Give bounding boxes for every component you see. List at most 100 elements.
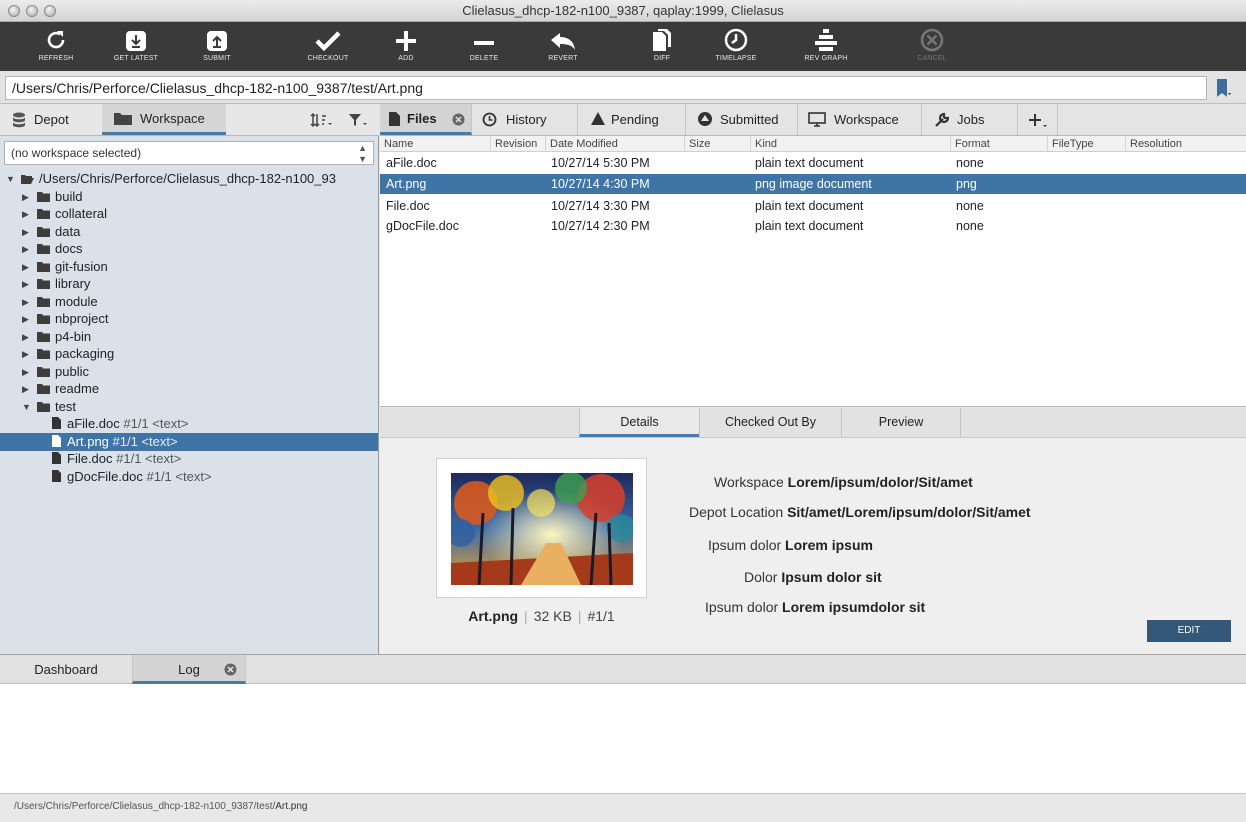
column-headers: Name Revision Date Modified Size Kind Format F… <box>380 136 1246 152</box>
tree-folder-collateral[interactable]: ▶ collateral <box>0 205 378 223</box>
expand-arrow-icon[interactable]: ▶ <box>22 258 29 276</box>
column-header-name[interactable]: Name <box>380 136 413 152</box>
expand-arrow-icon[interactable]: ▶ <box>22 275 29 293</box>
column-header-date-modified[interactable]: Date Modified <box>545 136 618 152</box>
tab-workspace-right[interactable]: Workspace <box>798 104 922 135</box>
tree-folder-data[interactable]: ▶ data <box>0 223 378 241</box>
path-field[interactable]: /Users/Chris/Perforce/Clielasus_dhcp-182… <box>5 76 1207 100</box>
file-icon <box>52 469 61 482</box>
tree-folder-nbproject[interactable]: ▶ nbproject <box>0 310 378 328</box>
cancel-button[interactable]: CANCEL <box>912 22 952 71</box>
expand-arrow-icon[interactable]: ▶ <box>22 310 29 328</box>
expand-arrow-icon[interactable]: ▶ <box>22 188 29 206</box>
get-latest-button[interactable]: GET LATEST <box>110 22 162 71</box>
checkout-button[interactable]: CHECKOUT <box>300 22 356 71</box>
tab-workspace[interactable]: Workspace <box>102 104 226 135</box>
expand-arrow-icon[interactable]: ▶ <box>22 240 29 258</box>
rev-graph-button[interactable]: REV GRAPH <box>796 22 856 71</box>
add-button[interactable]: ADD <box>388 22 424 71</box>
column-header-size[interactable]: Size <box>684 136 710 152</box>
file-kind-cell: plain text document <box>755 219 864 233</box>
tree-item-label: library <box>55 275 90 293</box>
tree-item-label: git-fusion <box>55 258 108 276</box>
file-kind-cell: png image document <box>755 177 872 191</box>
tree-folder-library[interactable]: ▶ library <box>0 275 378 293</box>
tree-folder-module[interactable]: ▶ module <box>0 293 378 311</box>
tab-details[interactable]: Details <box>579 408 699 437</box>
tab-files-label: Files <box>407 110 437 126</box>
add-tab-button[interactable] <box>1018 104 1058 135</box>
tree-folder-packaging[interactable]: ▶ packaging <box>0 345 378 363</box>
tree-folder-git-fusion[interactable]: ▶ git-fusion <box>0 258 378 276</box>
folder-icon <box>37 226 50 237</box>
diff-button[interactable]: DIFF <box>644 22 680 71</box>
workspace-select[interactable]: (no workspace selected) ▲ ▼ <box>4 141 374 165</box>
expand-arrow-icon[interactable]: ▶ <box>22 223 29 241</box>
tab-history[interactable]: History <box>472 104 578 135</box>
folder-icon <box>37 384 50 394</box>
bookmark-icon[interactable] <box>1217 79 1231 99</box>
refresh-button[interactable]: REFRESH <box>32 22 80 71</box>
column-header-resolution[interactable]: Resolution <box>1125 136 1182 152</box>
tab-depot[interactable]: Depot <box>0 104 102 135</box>
tree-file-aFile.doc[interactable]: aFile.doc #1/1 <text> <box>0 415 378 433</box>
collapse-arrow-icon[interactable]: ▼ <box>6 170 15 188</box>
tree-root[interactable]: ▼ /Users/Chris/Perforce/Clielasus_dhcp-18… <box>0 170 378 188</box>
tree-folder-public[interactable]: ▶ public <box>0 363 378 381</box>
folder-icon <box>114 113 132 125</box>
timelapse-button[interactable]: TIMELAPSE <box>708 22 764 71</box>
tab-checked-out-by[interactable]: Checked Out By <box>699 408 841 437</box>
tree-folder-build[interactable]: ▶ build <box>0 188 378 206</box>
expand-arrow-icon[interactable]: ▶ <box>22 345 29 363</box>
file-row[interactable]: File.doc 10/27/14 3:30 PM plain text docum… <box>380 196 1246 216</box>
prop-workspace: Workspace Lorem/ipsum/dolor/Sit/amet <box>714 474 973 490</box>
tree-folder-docs[interactable]: ▶ docs <box>0 240 378 258</box>
tab-dashboard[interactable]: Dashboard <box>0 655 132 684</box>
rev-graph-icon <box>815 29 837 51</box>
close-window-button[interactable] <box>8 5 20 17</box>
expand-arrow-icon[interactable]: ▶ <box>22 380 29 398</box>
column-header-format[interactable]: Format <box>950 136 990 152</box>
minimize-window-button[interactable] <box>26 5 38 17</box>
column-header-revision[interactable]: Revision <box>490 136 537 152</box>
file-row[interactable]: aFile.doc 10/27/14 5:30 PM plain text docu… <box>380 153 1246 173</box>
tree-file-File.doc[interactable]: File.doc #1/1 <text> <box>0 450 378 468</box>
submit-button[interactable]: SUBMIT <box>192 22 242 71</box>
file-format-cell: png <box>956 177 977 191</box>
delete-label: DELETE <box>469 55 499 62</box>
delete-button[interactable]: DELETE <box>464 22 504 71</box>
collapse-arrow-icon[interactable]: ▼ <box>22 398 31 416</box>
tree-file-gDocFile.doc[interactable]: gDocFile.doc #1/1 <text> <box>0 468 378 486</box>
expand-arrow-icon[interactable]: ▶ <box>22 205 29 223</box>
expand-arrow-icon[interactable]: ▶ <box>22 328 29 346</box>
column-header-kind[interactable]: Kind <box>750 136 777 152</box>
tab-jobs[interactable]: Jobs <box>922 104 1018 135</box>
tab-files[interactable]: Files <box>380 104 472 135</box>
tab-submitted[interactable]: Submitted <box>686 104 798 135</box>
tree-folder-p4-bin[interactable]: ▶ p4-bin <box>0 328 378 346</box>
tree-item-name: packaging <box>55 346 115 361</box>
close-log-tab-icon[interactable] <box>224 663 237 676</box>
zoom-window-button[interactable] <box>44 5 56 17</box>
close-tab-icon[interactable] <box>452 113 465 126</box>
revert-button[interactable]: REVERT <box>540 22 586 71</box>
edit-button[interactable]: EDIT <box>1147 620 1231 642</box>
tab-preview[interactable]: Preview <box>841 408 961 437</box>
sort-icon[interactable] <box>310 112 332 128</box>
tree-file-Art.png[interactable]: Art.png #1/1 <text> <box>0 432 378 451</box>
file-row[interactable]: gDocFile.doc 10/27/14 2:30 PM plain text d… <box>380 216 1246 236</box>
tab-pending[interactable]: Pending <box>578 104 686 135</box>
column-header-filetype[interactable]: FileType <box>1047 136 1094 152</box>
tree-folder-readme[interactable]: ▶ readme <box>0 380 378 398</box>
expand-arrow-icon[interactable]: ▶ <box>22 363 29 381</box>
filter-icon[interactable] <box>348 112 368 128</box>
tree-item-name: Art.png <box>67 433 109 449</box>
tree-folder-test[interactable]: ▼ test <box>0 398 378 416</box>
tree-item-label: test <box>55 398 76 416</box>
tree-item-name: docs <box>55 241 83 256</box>
tab-log[interactable]: Log <box>132 655 246 684</box>
tree-item-name: test <box>55 398 76 414</box>
file-row[interactable]: Art.png 10/27/14 4:30 PM png image documen… <box>380 174 1246 194</box>
plus-icon <box>396 31 416 51</box>
expand-arrow-icon[interactable]: ▶ <box>22 293 29 311</box>
